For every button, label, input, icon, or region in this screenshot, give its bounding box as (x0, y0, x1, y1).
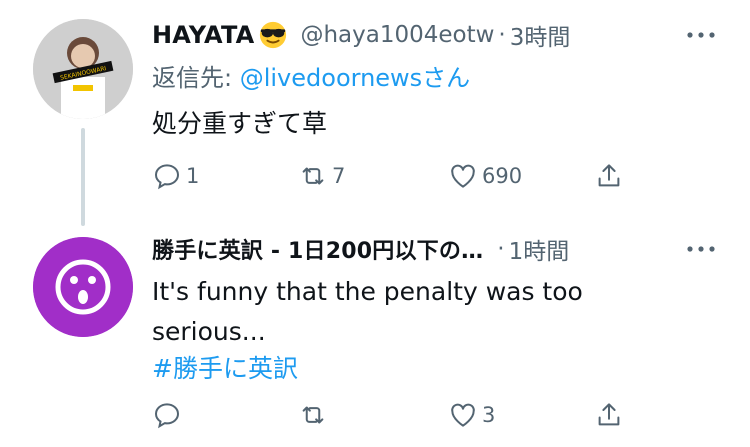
like-button[interactable]: 690 (448, 156, 522, 196)
hashtag-link[interactable]: #勝手に英訳 (152, 349, 298, 385)
action-bar: 1 7 690 (152, 156, 652, 196)
reply-button[interactable] (152, 395, 186, 435)
separator-dot: · (498, 22, 506, 48)
tweet-header: 勝手に英訳 - 1日200円以下の… · 1時間 (152, 232, 710, 266)
retweet-icon (302, 406, 324, 424)
tweet-header: HAYATA @haya1004eotw · 3時間 (152, 18, 710, 52)
reply-button[interactable]: 1 (152, 156, 199, 196)
like-icon (451, 164, 475, 188)
tweet-text: It's funny that the penalty was too seri… (152, 277, 583, 346)
reply-icon (154, 164, 180, 190)
action-bar: 3 (152, 395, 652, 435)
thread-line (81, 128, 85, 226)
surprised-face-icon (33, 237, 133, 337)
more-options-button[interactable] (684, 236, 718, 262)
share-icon (598, 164, 620, 187)
more-icon (687, 32, 715, 38)
replying-to: 返信先: @livedoornewsさん (152, 58, 470, 93)
more-options-button[interactable] (684, 22, 718, 48)
retweet-button[interactable]: 7 (298, 156, 345, 196)
separator-dot: · (497, 236, 505, 262)
more-icon (687, 246, 715, 252)
replying-to-label: 返信先: (152, 64, 240, 92)
handle[interactable]: @haya1004eotw (300, 22, 494, 48)
share-button[interactable] (594, 395, 624, 435)
avatar-hayata[interactable]: SEKAINOOWARI (33, 19, 133, 119)
share-button[interactable] (594, 156, 624, 196)
sunglasses-emoji (260, 21, 287, 49)
retweet-button[interactable] (298, 395, 332, 435)
display-name[interactable]: 勝手に英訳 - 1日200円以下の… (152, 233, 483, 265)
tweet-1[interactable]: SEKAINOOWARI HAYATA @haya1004eotw · 3時間 … (0, 0, 750, 230)
timestamp[interactable]: 3時間 (510, 18, 571, 52)
retweet-count: 7 (332, 164, 346, 188)
like-icon (451, 403, 475, 427)
share-icon (598, 403, 620, 426)
reply-mention-link[interactable]: @livedoornewsさん (240, 64, 470, 92)
like-button[interactable]: 3 (448, 395, 495, 435)
reply-icon (154, 403, 180, 429)
timestamp[interactable]: 1時間 (509, 232, 570, 266)
avatar-image: SEKAINOOWARI (33, 19, 133, 119)
retweet-icon (302, 167, 324, 185)
tweet-text: 処分重すぎて草 (152, 109, 328, 138)
reply-count: 1 (186, 164, 200, 188)
display-name[interactable]: HAYATA (152, 21, 254, 49)
avatar-katte-ni-eiyaku[interactable] (33, 237, 133, 337)
like-count: 3 (482, 403, 496, 427)
like-count: 690 (482, 164, 523, 188)
